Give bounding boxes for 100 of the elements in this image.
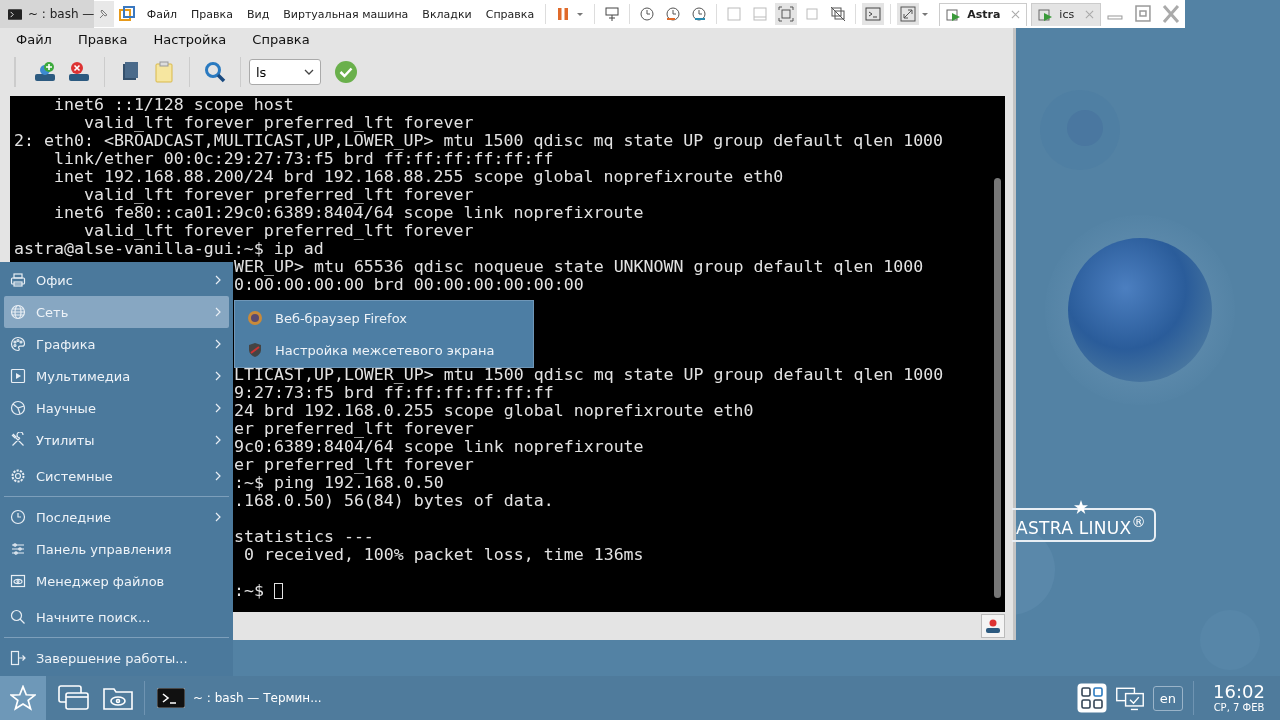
terminal-line: WER_UP> mtu 65536 qdisc noqueue state UNKNOWN group default qlen 1000 xyxy=(234,257,924,276)
console-icon[interactable] xyxy=(862,3,885,25)
clock-icon[interactable] xyxy=(665,6,682,22)
menu-item[interactable]: Научные xyxy=(4,392,229,424)
add-session-icon[interactable] xyxy=(33,60,57,84)
menu-item[interactable]: Справка xyxy=(485,7,535,21)
menu-item[interactable]: Вид xyxy=(246,7,270,21)
screens-icon[interactable] xyxy=(830,6,847,22)
command-combo[interactable]: ls xyxy=(249,59,321,85)
clock-icon[interactable] xyxy=(639,6,656,22)
chevron-icon xyxy=(304,69,314,75)
terminal-line: 24 brd 192.168.0.255 scope global noprefixroute eth0 xyxy=(234,401,754,420)
menu-item[interactable]: Правка xyxy=(191,7,233,21)
user-icon[interactable] xyxy=(981,614,1005,638)
vm-tab[interactable]: Astra xyxy=(939,2,1028,26)
pie-icon xyxy=(10,400,26,416)
menu-item[interactable]: Файл xyxy=(16,31,52,47)
menu-item[interactable]: Настройка xyxy=(153,31,227,47)
start-button[interactable] xyxy=(0,676,46,720)
close-icon[interactable] xyxy=(1161,4,1181,24)
terminal-line: inet 192.168.88.200/24 brd 192.168.88.255 scope global noprefixroute eth0 xyxy=(52,167,784,186)
terminal-line: 9:27:73:f5 brd ff:ff:ff:ff:ff:ff xyxy=(234,383,554,402)
terminal-line: link/ether 00:0c:29:27:73:f5 brd ff:ff:ff:ff:ff:ff xyxy=(52,149,554,168)
terminal-line: :~$ ping 192.168.0.50 xyxy=(234,473,444,492)
menu-item[interactable]: Офис xyxy=(4,264,229,296)
menu-item[interactable]: Настройка межсетевого экрана xyxy=(235,334,533,366)
remove-session-icon[interactable] xyxy=(67,60,91,84)
sliders-icon xyxy=(10,541,26,557)
menu-item[interactable]: Менеджер файлов xyxy=(4,565,229,597)
menu-item[interactable]: Файл xyxy=(146,7,178,21)
menu-item[interactable]: Начните поиск... xyxy=(4,597,229,638)
terminal-line: astra@alse-vanilla-gui:~$ ip ad xyxy=(14,239,324,258)
menu-item[interactable]: Системные xyxy=(4,456,229,497)
clock-date[interactable]: СР, 7 ФЕВ xyxy=(1213,702,1265,714)
chevron-icon xyxy=(215,371,221,381)
eye-folder-icon[interactable] xyxy=(102,685,134,711)
chevron-icon xyxy=(215,512,221,522)
shield-icon xyxy=(247,342,263,358)
menu-item[interactable]: Завершение работы... xyxy=(4,642,229,674)
confirm-icon[interactable] xyxy=(334,60,358,84)
menu-item[interactable]: Утилиты xyxy=(4,424,229,456)
menu-item[interactable]: Виртуальная машина xyxy=(283,7,409,21)
menu-item[interactable]: Панель управления xyxy=(4,533,229,565)
caret-icon[interactable] xyxy=(576,10,585,18)
chevron-icon xyxy=(215,275,221,285)
terminal-line: er preferred_lft forever xyxy=(234,455,474,474)
chevron-icon xyxy=(215,307,221,317)
terminal-line: er preferred_lft forever xyxy=(234,419,474,438)
astra-logo: ASTRA LINUX$^{®}$ xyxy=(1012,508,1157,542)
terminal-line: valid_lft forever preferred_lft forever xyxy=(82,113,474,132)
caret-icon[interactable] xyxy=(921,10,930,18)
menu-item[interactable]: Вкладки xyxy=(422,7,472,21)
menu-item[interactable]: Справка xyxy=(252,31,310,47)
search-icon xyxy=(10,609,26,625)
network-icon[interactable] xyxy=(604,6,621,22)
language-indicator[interactable]: en xyxy=(1152,685,1183,711)
terminal-line: 2: eth0: <BROADCAST,MULTICAST,UP,LOWER_UP> mtu 1500 qdisc mq state UP group default qlen 1000 xyxy=(14,131,944,150)
scrollbar-thumb[interactable] xyxy=(994,178,1001,598)
fit-icon[interactable] xyxy=(775,3,798,25)
menu-item[interactable]: Мультимедиа xyxy=(4,360,229,392)
logout-icon xyxy=(10,650,26,666)
browser-icon xyxy=(247,310,263,326)
menu-item[interactable]: Веб-браузер Firefox xyxy=(235,302,533,334)
terminal-line: valid_lft forever preferred_lft forever xyxy=(82,185,474,204)
terminal-line: LTICAST,UP,LOWER_UP> mtu 1500 qdisc mq state UP group default qlen 1000 xyxy=(234,365,944,384)
menu-item[interactable]: Правка xyxy=(77,31,128,47)
close-icon[interactable] xyxy=(1011,10,1021,19)
globe-icon xyxy=(10,304,26,320)
search-icon[interactable] xyxy=(203,60,227,84)
star-icon xyxy=(10,685,36,711)
windows-icon[interactable] xyxy=(58,685,90,711)
terminal-line: .168.0.50) 56(84) bytes of data. xyxy=(234,491,554,510)
host-tab[interactable]: ~ : bash — xyxy=(0,0,94,28)
terminal-line: statistics --- xyxy=(234,527,374,546)
terminal-line: 0 received, 100% packet loss, time 136ms xyxy=(243,545,644,564)
chevron-icon xyxy=(215,339,221,349)
printer-icon xyxy=(10,272,26,288)
maximize-icon[interactable] xyxy=(1133,4,1154,24)
play-icon xyxy=(10,368,26,384)
terminal-line: 9c0:6389:8404/64 scope link noprefixroute xyxy=(234,437,644,456)
terminal-line: inet6 ::1/128 scope host xyxy=(52,95,294,114)
pin-icon[interactable] xyxy=(93,1,114,27)
terminal-line: inet6 fe80::ca01:29c0:6389:8404/64 scope link noprefixroute xyxy=(52,203,644,222)
vm-tab[interactable]: ics xyxy=(1031,2,1102,26)
terminal-icon xyxy=(157,688,185,708)
taskbar-task[interactable]: ~ : bash — Термин... xyxy=(155,680,330,716)
clock-time[interactable]: 16:02 xyxy=(1213,682,1265,702)
gear-icon xyxy=(10,468,26,484)
chevron-icon xyxy=(215,403,221,413)
grid-icon[interactable] xyxy=(1076,683,1107,713)
star-icon xyxy=(1074,500,1088,514)
clock-icon[interactable] xyxy=(691,6,708,22)
tools-icon xyxy=(10,432,26,448)
menu-item[interactable]: Последние xyxy=(4,501,229,533)
clock-icon xyxy=(10,509,26,525)
vm-logo-icon xyxy=(118,6,135,22)
menu-item[interactable]: Графика xyxy=(4,328,229,360)
cursor xyxy=(273,583,283,599)
fullscreen-icon[interactable] xyxy=(897,3,920,25)
chevron-icon xyxy=(215,435,221,445)
